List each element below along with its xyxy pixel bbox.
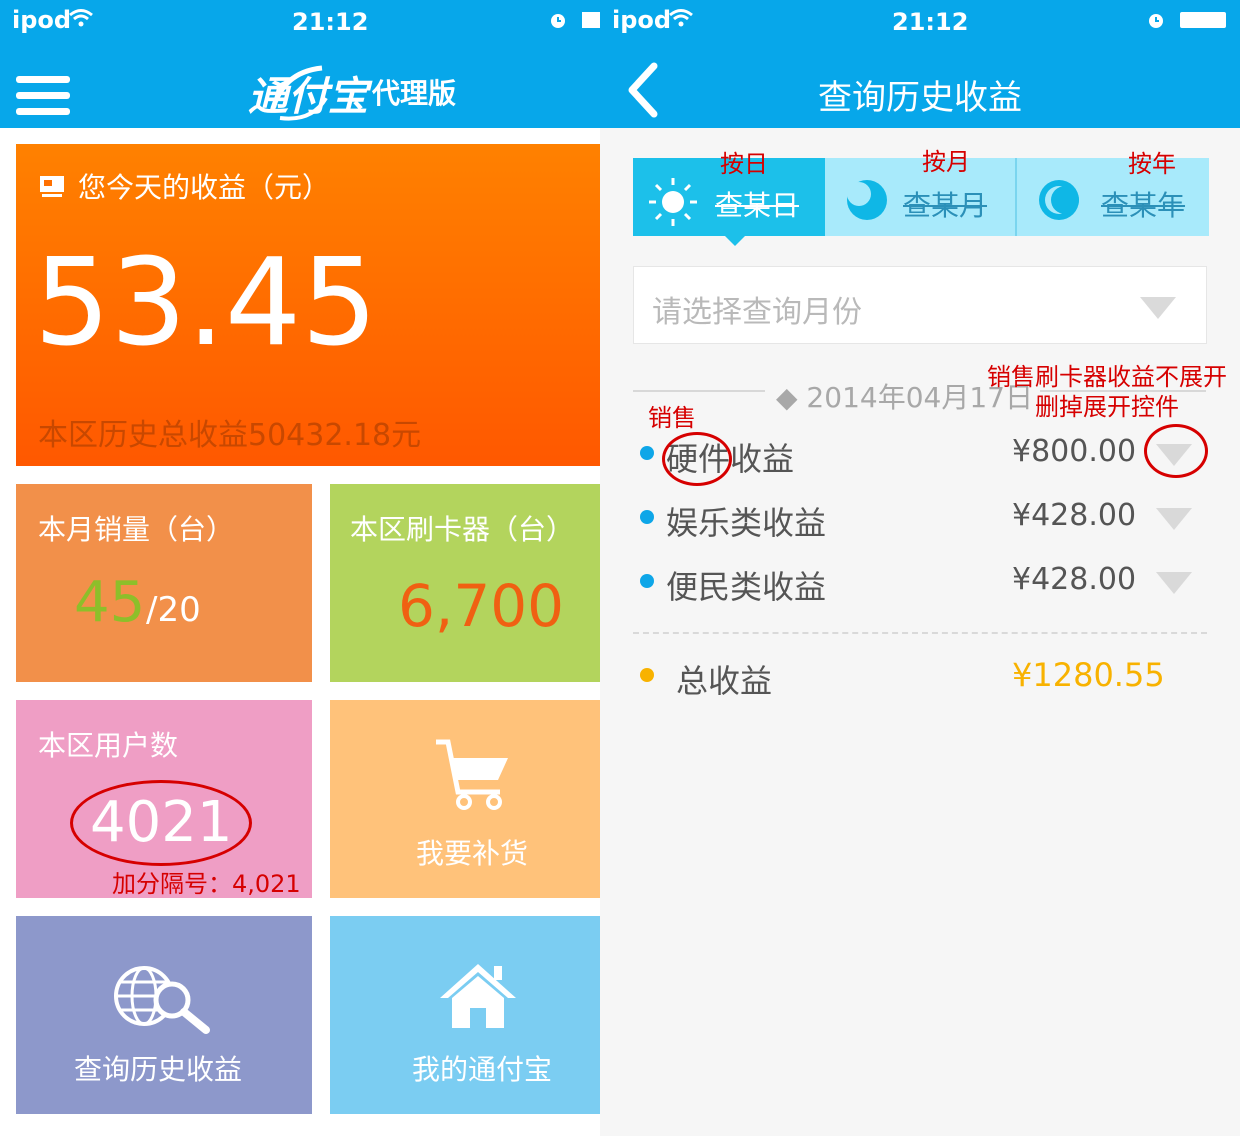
moon-icon <box>1039 180 1079 220</box>
total-row: 总收益 ¥1280.55 <box>640 646 1220 706</box>
dropdown-icon[interactable] <box>1156 572 1192 594</box>
segment-month[interactable]: 查某月 <box>825 158 1015 236</box>
segment-year[interactable]: 查某年 <box>1017 158 1209 236</box>
logo-sub: 代理版 <box>372 77 457 110</box>
list-item[interactable]: 便民类收益 ¥428.00 <box>640 552 1220 612</box>
my-account-label: 我的通付宝 <box>412 1053 553 1086</box>
total-divider <box>633 632 1207 634</box>
card-readers-tile[interactable]: 本区刷卡器（台） 6,700 <box>330 484 600 682</box>
house-icon <box>440 964 516 1028</box>
segment-month-label: 查某月 <box>903 189 988 222</box>
right-screen: ipod 21:12 查询历史收益 查某日 查某月 查某年 按日 按月 按年 请… <box>600 0 1240 1136</box>
dropdown-icon[interactable] <box>1156 508 1192 530</box>
logo-main: 通付宝 <box>248 74 368 120</box>
status-time-right: 21:12 <box>892 8 969 36</box>
menu-button[interactable] <box>16 76 70 116</box>
users-title: 本区用户数 <box>38 729 179 762</box>
globe-search-icon <box>114 966 210 1034</box>
annotation-circle-hardware <box>662 432 732 486</box>
annotation-day: 按日 <box>720 150 768 178</box>
card-readers-value: 6,700 <box>398 572 565 640</box>
board-icon <box>40 176 64 197</box>
restock-tile[interactable]: 我要补货 <box>330 700 600 898</box>
status-carrier-right: ipod <box>612 6 672 34</box>
alarm-icon <box>551 14 565 28</box>
moon-icon <box>847 180 887 220</box>
monthly-sales-target: /20 <box>146 590 201 630</box>
today-amount: 53.45 <box>34 234 378 373</box>
today-title: 您今天的收益（元） <box>78 171 331 204</box>
battery-icon <box>582 12 600 28</box>
annotation-circle-dropdown <box>1144 424 1208 478</box>
users-tile[interactable]: 本区用户数 4021 加分隔号：4,021 <box>16 700 312 898</box>
monthly-sales-tile[interactable]: 本月销量（台） 45 /20 <box>16 484 312 682</box>
row-amount: ¥428.00 <box>1012 562 1137 597</box>
segment-day-label: 查某日 <box>715 189 800 222</box>
annotation-circle-users <box>70 780 252 866</box>
monthly-sales-title: 本月销量（台） <box>38 513 235 546</box>
list-item[interactable]: 娱乐类收益 ¥428.00 <box>640 488 1220 548</box>
monthly-sales-value: 45 <box>74 570 146 635</box>
alarm-icon <box>1149 14 1163 28</box>
history-query-tile[interactable]: 查询历史收益 <box>16 916 312 1114</box>
card-readers-title: 本区刷卡器（台） <box>350 513 575 546</box>
segment-year-label: 查某年 <box>1101 189 1186 222</box>
top-bar: ipod 21:12 通付宝 代理版 <box>0 0 600 128</box>
back-icon[interactable] <box>624 62 660 118</box>
wifi-icon <box>69 9 93 27</box>
annotation-month: 按月 <box>922 148 970 176</box>
month-select-placeholder: 请选择查询月份 <box>652 295 862 330</box>
page-title: 查询历史收益 <box>818 78 1022 118</box>
date-line-left <box>633 390 765 392</box>
dropdown-icon <box>1140 297 1176 319</box>
top-bar-right: ipod 21:12 查询历史收益 <box>600 0 1240 128</box>
annotation-year: 按年 <box>1128 150 1176 178</box>
left-screen: ipod 21:12 通付宝 代理版 您今天的收益（元） 53.45 本区历史总… <box>0 0 600 1136</box>
today-earnings-card: 您今天的收益（元） 53.45 本区历史总收益50432.18元 <box>16 144 600 466</box>
status-time: 21:12 <box>292 8 369 36</box>
row-amount: ¥800.00 <box>1012 434 1137 469</box>
status-carrier: ipod <box>12 6 72 34</box>
cart-icon <box>436 739 508 810</box>
row-label: 便民类收益 <box>666 568 827 606</box>
annotation-users: 加分隔号：4,021 <box>112 870 301 898</box>
bullet-dot <box>640 668 654 682</box>
segment-pointer <box>723 234 747 246</box>
restock-label: 我要补货 <box>416 837 529 870</box>
annotation-sales: 销售 <box>648 404 696 432</box>
history-query-label: 查询历史收益 <box>74 1053 243 1086</box>
row-amount: ¥428.00 <box>1012 498 1137 533</box>
month-select[interactable]: 请选择查询月份 <box>633 266 1207 344</box>
bullet-dot <box>640 574 654 588</box>
bullet-dot <box>640 446 654 460</box>
battery-icon <box>1180 12 1226 28</box>
my-account-tile[interactable]: 我的通付宝 <box>330 916 600 1114</box>
wifi-icon <box>669 9 693 27</box>
row-label: 娱乐类收益 <box>666 504 827 542</box>
history-total: 本区历史总收益50432.18元 <box>38 418 422 453</box>
total-amount: ¥1280.55 <box>1012 656 1165 694</box>
sun-icon <box>649 178 697 226</box>
annotation-right: 销售刷卡器收益不展开 删掉展开控件 <box>987 363 1227 421</box>
bullet-dot <box>640 510 654 524</box>
total-label: 总收益 <box>676 662 773 700</box>
